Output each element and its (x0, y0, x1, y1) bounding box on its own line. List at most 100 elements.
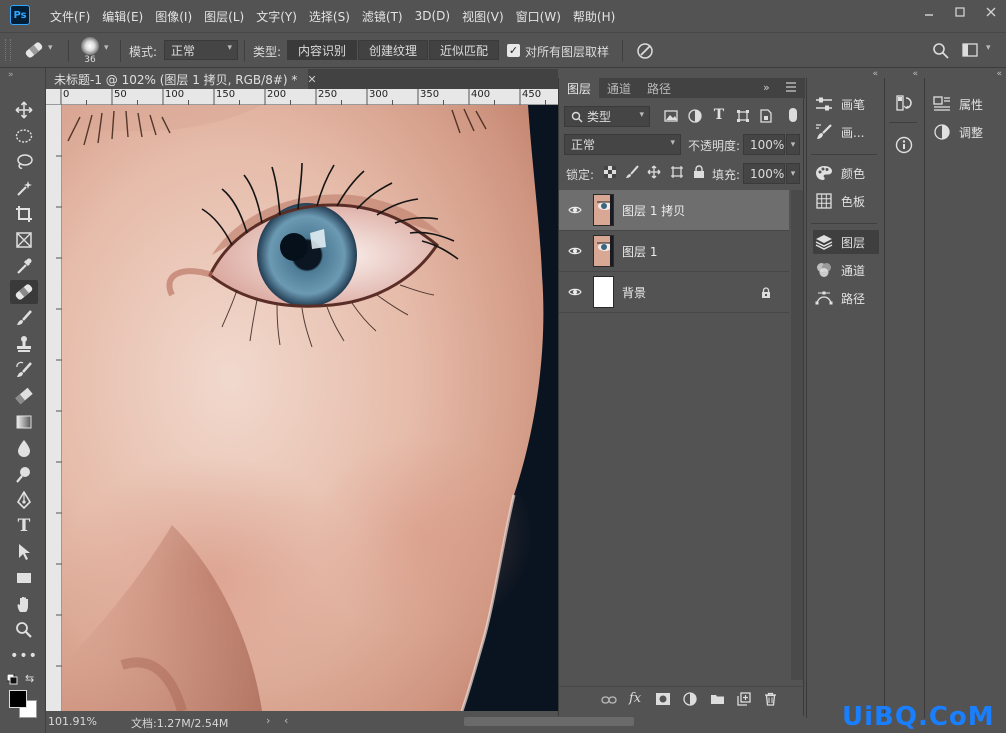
new-layer-icon[interactable] (737, 692, 751, 706)
blur-tool[interactable] (10, 436, 38, 460)
collapse-toolbar-icon[interactable]: » (8, 70, 14, 80)
brush-picker-chevron-icon[interactable]: ▾ (104, 43, 109, 53)
zoom-tool[interactable] (10, 618, 38, 642)
filter-shape-icon[interactable] (735, 108, 751, 124)
history-brush-tool[interactable] (10, 358, 38, 382)
menu-file[interactable]: 文件(F) (44, 8, 96, 25)
dock-item-color[interactable]: 颜色 (813, 161, 865, 185)
quick-select-tool[interactable] (10, 176, 38, 200)
menu-help[interactable]: 帮助(H) (567, 8, 621, 25)
zoom-level[interactable]: 101.91% (48, 715, 97, 728)
layer-name[interactable]: 背景 (622, 284, 646, 301)
blend-mode-select[interactable]: 正常 ▾ (564, 134, 681, 155)
opacity-input[interactable]: 100% (743, 134, 785, 155)
crop-tool[interactable] (10, 202, 38, 226)
rectangle-tool[interactable] (10, 566, 38, 590)
spot-healing-tool-preset-icon[interactable] (22, 39, 46, 61)
tab-channels[interactable]: 通道 (599, 78, 639, 98)
minimize-icon[interactable] (913, 0, 944, 24)
swap-colors-icon[interactable]: ⇆ (25, 672, 34, 685)
dock-item-paths[interactable]: 路径 (813, 286, 865, 310)
lock-transparent-icon[interactable] (604, 166, 616, 178)
document-canvas[interactable] (62, 105, 558, 711)
layer-row-layer1[interactable]: 图层 1 (559, 231, 789, 272)
type-tool[interactable]: T (10, 514, 38, 538)
document-tab[interactable]: 未标题-1 @ 102% (图层 1 拷贝, RGB/8#) * ✕ (46, 69, 317, 89)
brush-picker[interactable]: 36 (76, 35, 104, 65)
lasso-tool[interactable] (10, 150, 38, 174)
dock-item-layers[interactable]: 图层 (813, 230, 879, 254)
collapse-dock-icon[interactable]: « (996, 69, 1002, 79)
filter-smart-object-icon[interactable] (758, 108, 774, 124)
status-menu-chevron-icon[interactable]: › (266, 714, 270, 727)
collapse-panel-icon[interactable]: » (763, 81, 770, 94)
tab-paths[interactable]: 路径 (639, 78, 679, 98)
brush-tool[interactable] (10, 306, 38, 330)
menu-3d[interactable]: 3D(D) (409, 9, 456, 23)
menu-filter[interactable]: 滤镜(T) (356, 8, 409, 25)
dock-item-brush-presets[interactable]: 画... (813, 120, 864, 144)
eyedropper-tool[interactable] (10, 254, 38, 278)
ruler-origin[interactable] (46, 89, 61, 105)
foreground-color-swatch[interactable] (9, 690, 27, 708)
lock-artboard-icon[interactable] (670, 165, 684, 179)
visibility-eye-icon[interactable] (568, 204, 582, 216)
add-mask-icon[interactable] (656, 693, 670, 705)
close-icon[interactable] (975, 0, 1006, 24)
mode-select[interactable]: 正常 ▾ (164, 40, 238, 60)
panel-menu-icon[interactable] (785, 82, 797, 92)
more-tools-icon[interactable]: ••• (10, 644, 38, 668)
filter-adjustment-icon[interactable] (687, 108, 703, 124)
layer-name[interactable]: 图层 1 (622, 243, 657, 260)
marquee-tool[interactable] (10, 124, 38, 148)
dock-item-brush[interactable]: 画笔 (813, 92, 865, 116)
scroll-left-icon[interactable]: ‹ (284, 714, 288, 727)
filter-type-icon[interactable]: T (711, 107, 727, 123)
add-layer-style-icon[interactable]: fx (629, 691, 641, 706)
close-tab-icon[interactable]: ✕ (307, 73, 316, 86)
tool-preset-chevron-icon[interactable]: ▾ (48, 43, 53, 53)
menu-edit[interactable]: 编辑(E) (96, 8, 149, 25)
path-select-tool[interactable] (10, 540, 38, 564)
workspace-chevron-icon[interactable]: ▾ (986, 43, 991, 53)
opacity-chevron-icon[interactable]: ▾ (786, 134, 800, 155)
layer-row-layer1-copy[interactable]: 图层 1 拷贝 (559, 190, 789, 231)
layer-row-background[interactable]: 背景 (559, 272, 789, 313)
menu-type[interactable]: 文字(Y) (250, 8, 303, 25)
clone-stamp-tool[interactable] (10, 332, 38, 356)
history-icon[interactable] (895, 94, 913, 112)
eraser-tool[interactable] (10, 384, 38, 408)
visibility-eye-icon[interactable] (568, 245, 582, 257)
layer-name[interactable]: 图层 1 拷贝 (622, 202, 685, 219)
info-icon[interactable] (895, 136, 913, 154)
dock-item-properties[interactable]: 属性 (931, 92, 983, 116)
lock-image-icon[interactable] (625, 165, 639, 179)
type-create-texture-button[interactable]: 创建纹理 (358, 40, 428, 60)
layers-scrollbar[interactable] (791, 190, 803, 680)
move-tool[interactable] (10, 98, 38, 122)
collapse-dock-icon[interactable]: « (872, 69, 878, 79)
horizontal-ruler[interactable]: 0 50 100 150 200 250 300 350 400 450 (61, 89, 558, 105)
hand-tool[interactable] (10, 592, 38, 616)
lock-all-icon[interactable] (693, 165, 705, 179)
default-colors-icon[interactable] (7, 674, 18, 685)
menu-window[interactable]: 窗口(W) (510, 8, 567, 25)
type-content-aware-button[interactable]: 内容识别 (287, 40, 357, 60)
maximize-icon[interactable] (944, 0, 975, 24)
dock-item-adjustments[interactable]: 调整 (931, 120, 983, 144)
menu-select[interactable]: 选择(S) (303, 8, 356, 25)
filter-pixel-icon[interactable] (663, 108, 679, 124)
link-layers-icon[interactable] (601, 695, 617, 705)
frame-tool[interactable] (10, 228, 38, 252)
type-proximity-match-button[interactable]: 近似匹配 (429, 40, 499, 60)
menu-layer[interactable]: 图层(L) (198, 8, 250, 25)
healing-brush-tool[interactable] (10, 280, 38, 304)
dodge-tool[interactable] (10, 462, 38, 486)
sample-all-layers-checkbox[interactable]: ✓ (507, 44, 520, 57)
pen-tool[interactable] (10, 488, 38, 512)
search-icon[interactable] (932, 42, 950, 60)
dock-item-channels[interactable]: 通道 (813, 258, 865, 282)
gradient-tool[interactable] (10, 410, 38, 434)
filter-toggle[interactable] (789, 108, 797, 122)
horizontal-scrollbar[interactable] (464, 717, 634, 726)
